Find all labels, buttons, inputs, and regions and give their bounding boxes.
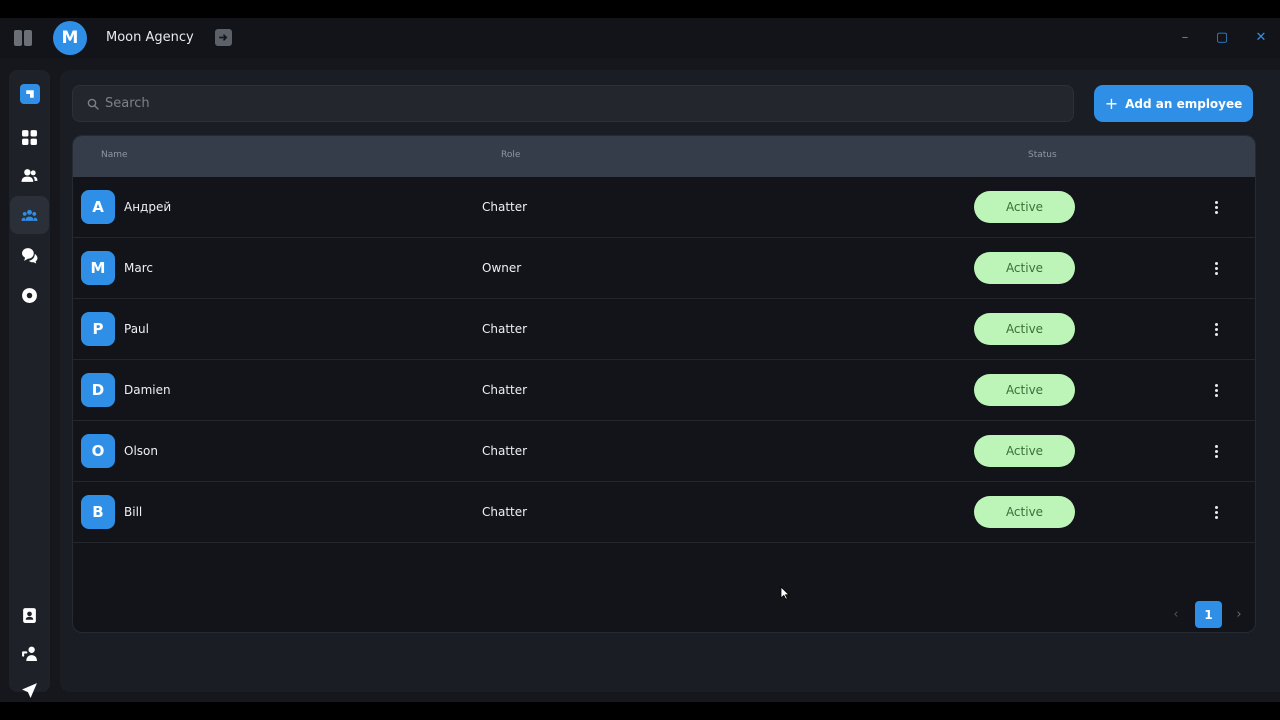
column-header-name[interactable]: Name [101, 150, 128, 160]
users-icon [21, 168, 38, 182]
row-more-icon[interactable] [1206, 442, 1226, 460]
team-icon [21, 209, 38, 221]
send-icon [22, 682, 37, 698]
row-more-icon[interactable] [1206, 259, 1226, 277]
settings-circle-icon [22, 287, 37, 303]
workspace-title: Moon Agency [106, 30, 194, 45]
row-more-icon[interactable] [1206, 503, 1226, 521]
sidebar-item-access[interactable] [9, 634, 50, 672]
employee-avatar: O [81, 434, 115, 468]
status-badge: Active [974, 435, 1075, 467]
employee-name: Bill [124, 505, 143, 519]
employee-avatar: M [81, 251, 115, 285]
employee-name: Olson [124, 444, 158, 458]
status-badge: Active [974, 191, 1075, 223]
main-panel: + Add an employee Name Role Status A Анд… [60, 70, 1280, 692]
employee-avatar: B [81, 495, 115, 529]
row-more-icon[interactable] [1206, 381, 1226, 399]
status-badge: Active [974, 313, 1075, 345]
table-row[interactable]: M Marc Owner Active [73, 238, 1255, 299]
row-more-icon[interactable] [1206, 198, 1226, 216]
contact-book-icon [23, 607, 36, 623]
title-bar: M Moon Agency – ▢ ✕ [0, 18, 1280, 58]
employee-name: Андрей [124, 200, 172, 214]
sidebar-item-users[interactable] [9, 156, 50, 194]
app-window: M Moon Agency – ▢ ✕ Search + Add an empl… [0, 18, 1280, 702]
status-badge: Active [974, 496, 1075, 528]
employee-name: Paul [124, 322, 149, 336]
employee-name: Damien [124, 383, 171, 397]
plus-icon: + [1104, 93, 1119, 113]
employee-role: Chatter [482, 200, 528, 214]
sidebar-item-chat[interactable] [9, 236, 50, 274]
employee-name: Marc [124, 261, 153, 275]
sidebar [9, 70, 50, 698]
search-icon [87, 98, 99, 110]
table-row[interactable]: O Olson Chatter Active [73, 421, 1255, 482]
close-button[interactable]: ✕ [1253, 29, 1269, 45]
employee-avatar: D [81, 373, 115, 407]
mouse-cursor-icon [780, 586, 790, 600]
row-more-icon[interactable] [1206, 320, 1226, 338]
workspace-avatar[interactable]: M [53, 21, 87, 55]
table-row[interactable]: D Damien Chatter Active [73, 360, 1255, 421]
add-employee-button[interactable]: + Add an employee [1094, 85, 1253, 122]
employee-role: Chatter [482, 322, 528, 336]
employee-avatar: A [81, 190, 115, 224]
column-header-status[interactable]: Status [1028, 150, 1057, 160]
add-employee-label: Add an employee [1125, 96, 1243, 111]
employee-role: Chatter [482, 505, 528, 519]
employee-avatar: P [81, 312, 115, 346]
sidebar-item-send[interactable] [9, 671, 50, 709]
sidebar-item-settings[interactable] [9, 276, 50, 314]
table-row[interactable]: P Paul Chatter Active [73, 299, 1255, 360]
user-key-icon [22, 646, 37, 661]
switch-workspace-icon[interactable] [215, 29, 232, 46]
pagination-next-icon[interactable]: › [1232, 605, 1246, 623]
table-row[interactable]: B Bill Chatter Active [73, 482, 1255, 543]
sidebar-item-team[interactable] [10, 196, 49, 234]
pagination-prev-icon[interactable]: ‹ [1169, 605, 1183, 623]
status-badge: Active [974, 374, 1075, 406]
column-header-role[interactable]: Role [501, 150, 520, 160]
table-header: Name Role Status [73, 136, 1255, 177]
sidebar-item-dashboard[interactable] [9, 118, 50, 156]
table-row[interactable]: A Андрей Chatter Active [73, 177, 1255, 238]
chat-icon [22, 247, 38, 263]
employees-table: Name Role Status A Андрей Chatter Active… [72, 135, 1256, 633]
search-bar[interactable] [72, 85, 1074, 122]
minimize-button[interactable]: – [1177, 29, 1193, 45]
status-badge: Active [974, 252, 1075, 284]
employee-role: Chatter [482, 383, 528, 397]
app-logo-icon[interactable] [20, 84, 40, 104]
employee-role: Chatter [482, 444, 528, 458]
search-input[interactable] [105, 96, 1005, 111]
maximize-button[interactable]: ▢ [1214, 29, 1230, 45]
employee-role: Owner [482, 261, 522, 275]
sidebar-item-contacts[interactable] [9, 596, 50, 634]
pagination-page-button[interactable]: 1 [1195, 601, 1222, 628]
sidebar-toggle-icon[interactable] [14, 30, 32, 46]
dashboard-grid-icon [22, 129, 37, 145]
